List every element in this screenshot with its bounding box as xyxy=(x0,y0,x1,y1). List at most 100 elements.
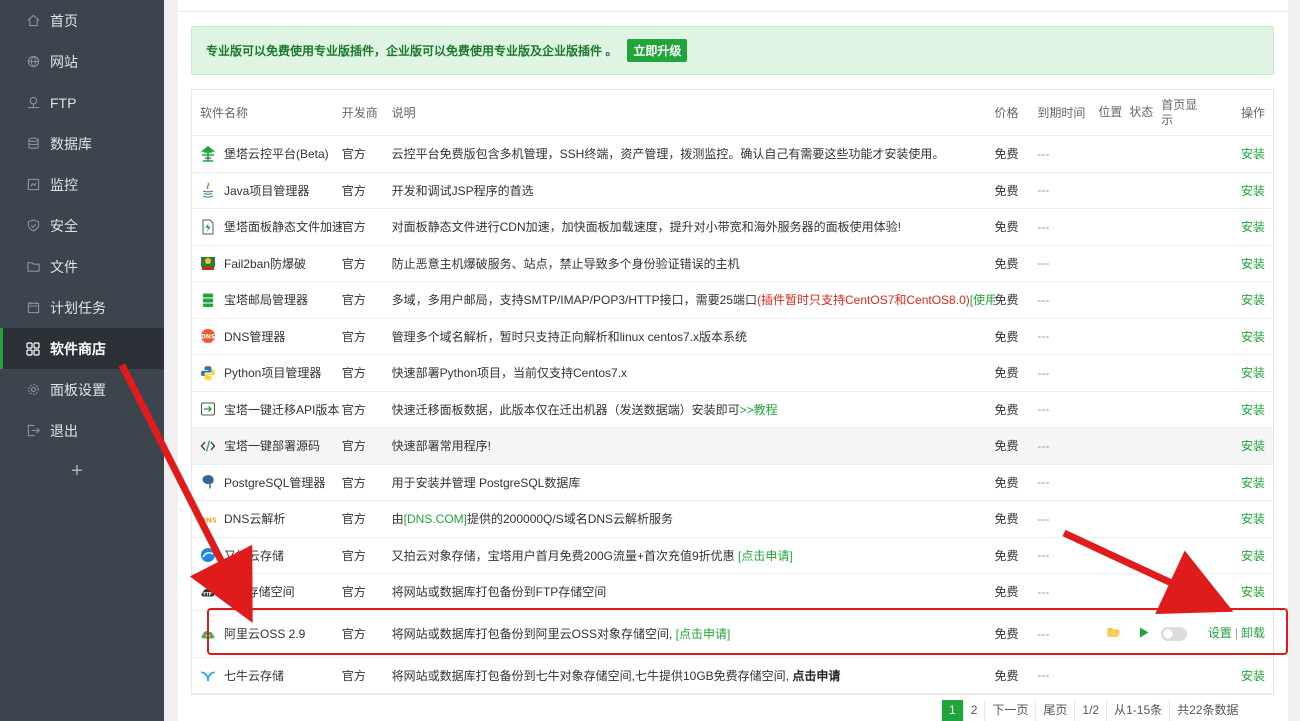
expire-cell: --- xyxy=(1037,548,1050,563)
plugin-name-cell[interactable]: Fail2ban防爆破 xyxy=(192,255,342,272)
sidebar-item-label: 监控 xyxy=(50,176,78,193)
plugin-name: DNS管理器 xyxy=(224,329,286,344)
install-link[interactable]: 安装 xyxy=(1241,293,1265,307)
header-name[interactable]: 软件名称 xyxy=(192,104,342,121)
install-link[interactable]: 安装 xyxy=(1241,147,1265,161)
plugin-name-cell[interactable]: 堡塔面板静态文件加速 xyxy=(192,218,342,235)
desc-apply-link[interactable]: 点击申请 xyxy=(792,669,840,683)
plugin-name: FTP存储空间 xyxy=(224,585,295,600)
developer-cell: 官方 xyxy=(341,439,366,454)
table-row: 宝塔一键部署源码 官方 快速部署常用程序! 免费 --- 安装 xyxy=(192,428,1273,465)
table-row: DNS DNS管理器 官方 管理多个域名解析，暂时只支持正向解析和linux cent… xyxy=(192,319,1273,355)
table-body: 堡塔云控平台(Beta) 官方 云控平台免费版包含多机管理，SSH终端，资产管理，拨… xyxy=(192,136,1273,694)
plugin-name-cell[interactable]: 阿里云OSS 2.9 xyxy=(192,625,342,642)
expire-cell: --- xyxy=(1037,329,1050,344)
plugin-name-cell[interactable]: 宝塔一键迁移API版本 xyxy=(192,401,342,418)
plugin-name-cell[interactable]: 宝塔邮局管理器 xyxy=(192,291,342,308)
play-icon[interactable] xyxy=(1139,627,1149,641)
install-link[interactable]: 安装 xyxy=(1241,585,1265,599)
plugin-name-cell[interactable]: 宝塔一键部署源码 xyxy=(192,437,342,454)
install-link[interactable]: 安装 xyxy=(1241,366,1265,380)
install-link[interactable]: 安装 xyxy=(1241,257,1265,271)
sidebar-item-0[interactable]: 首页 xyxy=(0,0,164,41)
developer-cell: 官方 xyxy=(341,402,366,417)
install-link[interactable]: 安装 xyxy=(1241,476,1265,490)
plugin-name-cell[interactable]: 又拍云存储 xyxy=(192,547,342,564)
sidebar-item-4[interactable]: 监控 xyxy=(0,164,164,205)
desc-link[interactable]: [点击申请] xyxy=(738,549,793,563)
install-link[interactable]: 安装 xyxy=(1241,439,1265,453)
header-developer: 开发商 xyxy=(341,106,378,120)
install-link[interactable]: 安装 xyxy=(1241,549,1265,563)
upgrade-button[interactable]: 立即升级 xyxy=(627,39,688,62)
install-link[interactable]: 安装 xyxy=(1241,403,1265,417)
expire-cell: --- xyxy=(1037,475,1050,490)
next-page[interactable]: 下一页 xyxy=(984,700,1036,721)
header-description: 说明 xyxy=(391,106,416,120)
sidebar-item-label: 安全 xyxy=(50,217,78,234)
page-2[interactable]: 2 xyxy=(962,700,985,721)
table-row: FTP FTP存储空间 官方 将网站或数据库打包备份到FTP存储空间 免费 --- 安装 xyxy=(192,574,1273,611)
plugin-name-cell[interactable]: Java项目管理器 xyxy=(192,182,342,199)
description-cell: 管理多个域名解析，暂时只支持正向解析和linux centos7.x版本系统 xyxy=(392,328,995,345)
sidebar-item-1[interactable]: 网站 xyxy=(0,41,164,82)
sidebar-item-3[interactable]: 数据库 xyxy=(0,123,164,164)
sidebar-item-9[interactable]: 面板设置 xyxy=(0,369,164,410)
homepage-cell xyxy=(1158,626,1204,641)
install-link[interactable]: 安装 xyxy=(1241,669,1265,683)
plugin-name-cell[interactable]: Python项目管理器 xyxy=(192,364,342,381)
price-cell: 免费 xyxy=(994,627,1019,641)
plugin-name-cell[interactable]: 堡塔云控平台(Beta) xyxy=(192,145,342,162)
globe-icon xyxy=(26,55,40,69)
add-nav-button[interactable]: + xyxy=(0,451,164,491)
plugin-name-cell[interactable]: DNS DNS管理器 xyxy=(192,328,342,345)
desc-link[interactable]: [使用帮助] xyxy=(970,293,995,307)
header-expire[interactable]: 到期时间 xyxy=(1037,104,1098,121)
plugin-name: 宝塔一键迁移API版本 xyxy=(224,402,340,417)
action-cell: 安装 xyxy=(1204,510,1273,527)
install-link[interactable]: 安装 xyxy=(1241,330,1265,344)
plugin-name: DNS云解析 xyxy=(224,512,286,527)
uninstall-link[interactable]: 卸载 xyxy=(1241,626,1265,640)
desc-warning: (插件暂时只支持CentOS7和CentOS8.0) xyxy=(757,293,970,308)
description-cell: 开发和调试JSP程序的首选 xyxy=(392,182,995,199)
action-cell: 安装 xyxy=(1204,401,1273,418)
install-link[interactable]: 安装 xyxy=(1241,512,1265,526)
sidebar-item-2[interactable]: FTP xyxy=(0,82,164,123)
plugin-name-cell[interactable]: DNS DNS云解析 xyxy=(192,510,342,527)
developer-cell: 官方 xyxy=(341,585,366,600)
install-link[interactable]: 安装 xyxy=(1241,184,1265,198)
dnscom-icon: DNS xyxy=(200,511,216,527)
install-link[interactable]: 安装 xyxy=(1241,220,1265,234)
page-info: 1/2 xyxy=(1074,700,1107,721)
home-icon xyxy=(26,14,40,28)
sidebar-item-6[interactable]: 文件 xyxy=(0,246,164,287)
plugin-name: 七牛云存储 xyxy=(224,668,285,683)
sidebar-item-label: 退出 xyxy=(50,422,78,439)
plugin-name-cell[interactable]: FTP FTP存储空间 xyxy=(192,583,342,600)
homepage-toggle[interactable] xyxy=(1161,626,1188,641)
sidebar-item-8[interactable]: 软件商店 xyxy=(0,328,164,369)
table-row: 七牛云存储 官方 将网站或数据库打包备份到七牛对象存储空间,七牛提供10GB免费存储… xyxy=(192,658,1273,694)
header-status: 状态 xyxy=(1129,105,1154,119)
sidebar-item-5[interactable]: 安全 xyxy=(0,205,164,246)
action-cell: 安装 xyxy=(1204,437,1273,454)
settings-link[interactable]: 设置 xyxy=(1208,626,1232,640)
description-cell: 又拍云对象存储，宝塔用户首月免费200G流量+首次充值9折优惠 [点击申请] xyxy=(392,547,995,564)
plugin-name-cell[interactable]: 七牛云存储 xyxy=(192,667,342,684)
header-price[interactable]: 价格 xyxy=(995,104,1038,121)
last-page[interactable]: 尾页 xyxy=(1035,700,1075,721)
desc-link[interactable]: >>教程 xyxy=(740,403,778,417)
action-separator: | xyxy=(1234,626,1238,640)
table-row: 堡塔面板静态文件加速 官方 对面板静态文件进行CDN加速，加快面板加载速度，提升对小… xyxy=(192,209,1273,246)
folder-open-icon[interactable] xyxy=(1107,626,1121,641)
monitor-icon xyxy=(26,178,40,192)
desc-link[interactable]: [DNS.COM] xyxy=(404,512,467,526)
sidebar-item-7[interactable]: 计划任务 xyxy=(0,287,164,328)
description-cell: 多域，多用户邮局，支持SMTP/IMAP/POP3/HTTP接口，需要25端口(… xyxy=(392,291,995,308)
price-cell: 免费 xyxy=(994,585,1019,600)
page-1[interactable]: 1 xyxy=(942,700,963,721)
plugin-name-cell[interactable]: PostgreSQL管理器 xyxy=(192,474,342,491)
desc-link[interactable]: [点击申请] xyxy=(676,627,731,641)
sidebar-item-10[interactable]: 退出 xyxy=(0,410,164,451)
